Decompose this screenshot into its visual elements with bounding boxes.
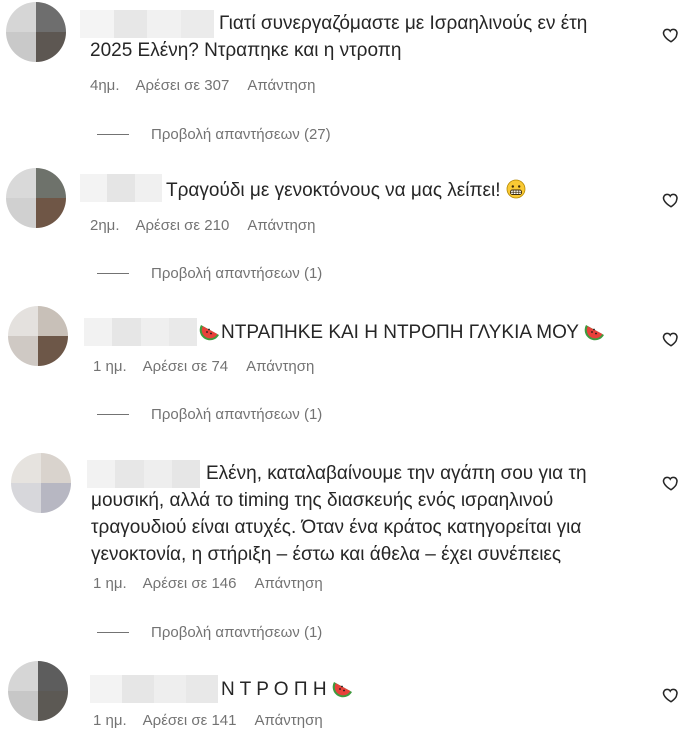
comment-text: 2025 Ελένη? Ντραπηκε και η ντροπη (90, 40, 402, 61)
comment-text: τραγουδιού είναι ατυχές. Όταν ένα κράτος… (91, 517, 582, 538)
username-blurred[interactable] (80, 10, 214, 38)
avatar[interactable] (11, 453, 71, 513)
likes-count[interactable]: Αρέσει σε 307 (136, 77, 230, 94)
view-replies-label[interactable]: Προβολή απαντήσεων (1) (151, 406, 322, 423)
grimacing-face-icon (506, 179, 526, 199)
timestamp: 1 ημ. (93, 575, 127, 592)
watermelon-icon (332, 682, 352, 698)
likes-count[interactable]: Αρέσει σε 210 (136, 217, 230, 234)
divider-line (97, 134, 129, 135)
timestamp: 1 ημ. (93, 712, 127, 729)
likes-count[interactable]: Αρέσει σε 146 (143, 575, 237, 592)
view-replies-button[interactable]: Προβολή απαντήσεων (1) (97, 624, 322, 641)
username-blurred[interactable] (84, 318, 197, 346)
comment-text: μουσική, αλλά το timing της διασκευής εν… (91, 490, 554, 511)
heart-icon[interactable] (662, 330, 680, 348)
timestamp: 1 ημ. (93, 358, 127, 375)
likes-count[interactable]: Αρέσει σε 141 (143, 712, 237, 729)
divider-line (97, 632, 129, 633)
comment-meta: 2ημ. Αρέσει σε 210 Απάντηση (90, 217, 316, 234)
watermelon-icon (584, 325, 604, 341)
comment-meta: 1 ημ. Αρέσει σε 74 Απάντηση (93, 358, 314, 375)
timestamp: 4ημ. (90, 77, 120, 94)
comment-text: Γιατί συνεργαζόμαστε με Ισραηλινούς εν έ… (219, 13, 588, 34)
heart-icon[interactable] (662, 686, 680, 704)
comment-text: γενοκτονία, η στήριξη – έστω και άθελα –… (91, 544, 562, 565)
timestamp: 2ημ. (90, 217, 120, 234)
view-replies-label[interactable]: Προβολή απαντήσεων (1) (151, 265, 322, 282)
heart-icon[interactable] (662, 474, 680, 492)
avatar[interactable] (8, 661, 68, 721)
comment-text: Τραγούδι με γενοκτόνους να μας λείπει! (166, 177, 646, 204)
reply-button[interactable]: Απάντηση (254, 712, 322, 729)
username-blurred[interactable] (90, 675, 218, 703)
comment-meta: 4ημ. Αρέσει σε 307 Απάντηση (90, 77, 316, 94)
watermelon-icon (199, 325, 219, 341)
reply-button[interactable]: Απάντηση (247, 77, 315, 94)
likes-count[interactable]: Αρέσει σε 74 (143, 358, 228, 375)
view-replies-label[interactable]: Προβολή απαντήσεων (1) (151, 624, 322, 641)
comment-meta: 1 ημ. Αρέσει σε 141 Απάντηση (93, 712, 323, 729)
comment-text: Ν Τ Ρ Ο Π Η (221, 676, 521, 703)
comment-meta: 1 ημ. Αρέσει σε 146 Απάντηση (93, 575, 323, 592)
reply-button[interactable]: Απάντηση (254, 575, 322, 592)
divider-line (97, 414, 129, 415)
avatar[interactable] (6, 2, 66, 62)
reply-button[interactable]: Απάντηση (246, 358, 314, 375)
divider-line (97, 273, 129, 274)
reply-button[interactable]: Απάντηση (247, 217, 315, 234)
avatar[interactable] (8, 306, 68, 366)
username-blurred[interactable] (87, 460, 200, 488)
heart-icon[interactable] (662, 26, 680, 44)
username-blurred[interactable] (80, 174, 162, 202)
avatar[interactable] (6, 168, 66, 228)
heart-icon[interactable] (662, 191, 680, 209)
view-replies-button[interactable]: Προβολή απαντήσεων (27) (97, 126, 331, 143)
comment-text: ΝΤΡΑΠΗΚΕ ΚΑΙ Η ΝΤΡΟΠΗ ΓΛΥΚΙΑ ΜΟΥ (199, 319, 639, 346)
view-replies-button[interactable]: Προβολή απαντήσεων (1) (97, 265, 322, 282)
view-replies-label[interactable]: Προβολή απαντήσεων (27) (151, 126, 331, 143)
comment-text: Ελένη, καταλαβαίνουμε την αγάπη σου για … (206, 463, 587, 484)
view-replies-button[interactable]: Προβολή απαντήσεων (1) (97, 406, 322, 423)
